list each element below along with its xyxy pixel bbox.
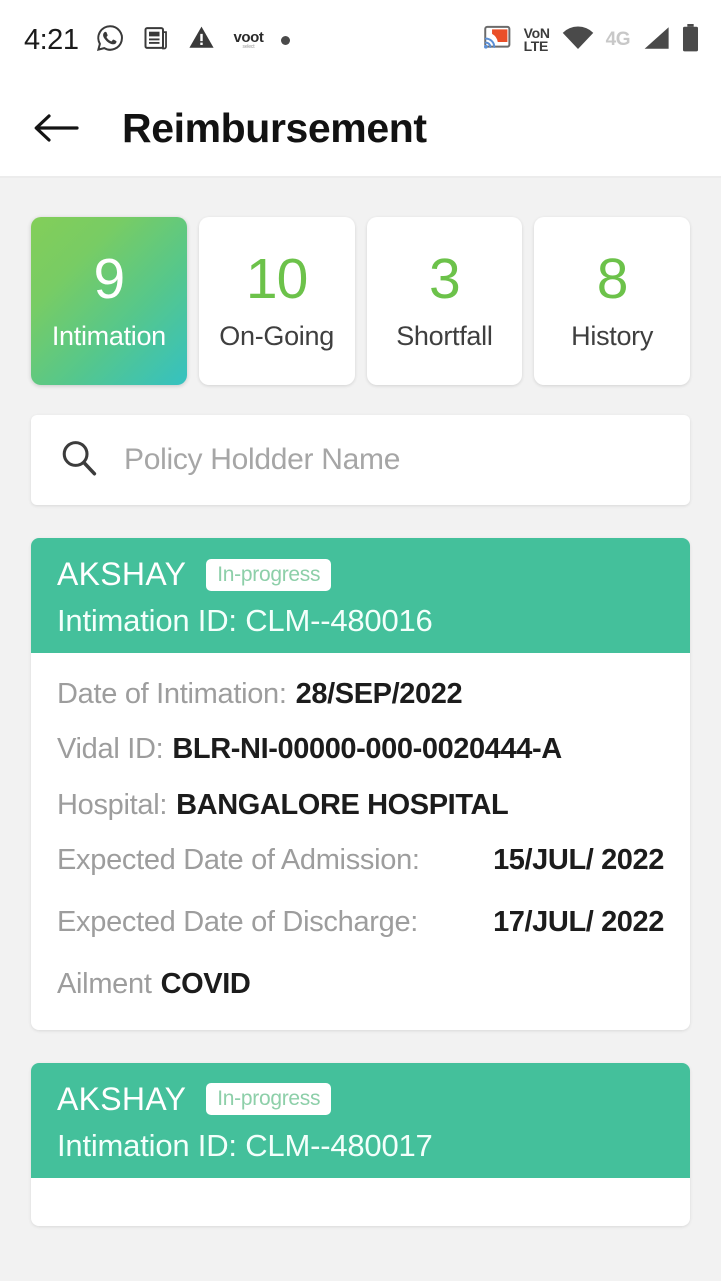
cellular-signal-icon xyxy=(642,26,670,55)
app-bar: Reimbursement xyxy=(0,80,721,178)
field-value: COVID xyxy=(160,968,251,1001)
network-4g-label: 4G xyxy=(605,29,631,50)
field-value: 15/JUL/ 2022 xyxy=(493,843,664,876)
tile-on-going-count: 10 xyxy=(245,246,308,311)
status-bar-clock: 4:21 xyxy=(24,23,79,56)
voot-logo-top: voot xyxy=(233,29,264,46)
policy-holder-name: AKSHAY xyxy=(57,1080,187,1117)
tile-history-count: 8 xyxy=(596,246,629,311)
intimation-id: Intimation ID: CLM--480016 xyxy=(57,603,433,638)
dot-notification-icon xyxy=(280,35,290,45)
field-label: Date of Intimation: xyxy=(57,678,287,710)
field-label: Hospital: xyxy=(57,788,168,821)
warning-triangle-icon xyxy=(187,23,216,57)
field-vidal-id: Vidal ID: BLR-NI-00000-000-0020444-A xyxy=(57,730,664,768)
field-expected-date-of-discharge: Expected Date of Discharge: 17/JUL/ 2022 xyxy=(57,903,664,941)
status-bar-left: 4:21 voot select xyxy=(24,23,290,58)
search-input[interactable]: Policy Holdder Name xyxy=(31,415,690,505)
status-badge: In-progress xyxy=(206,1083,332,1116)
field-hospital: Hospital: BANGALORE HOSPITAL xyxy=(57,786,664,824)
volte-icon: VoN LTE xyxy=(523,26,550,54)
volte-bottom-label: LTE xyxy=(523,38,549,54)
claim-card-header-row: AKSHAY In-progress xyxy=(57,1081,664,1118)
tile-intimation-count: 9 xyxy=(93,246,126,311)
claim-card-header: AKSHAY In-progress Intimation ID: CLM--4… xyxy=(31,1062,690,1178)
policy-holder-name: AKSHAY xyxy=(57,556,187,592)
tile-on-going-label: On-Going xyxy=(219,320,334,351)
voot-logo-bottom: select xyxy=(242,44,255,50)
tile-intimation-label: Intimation xyxy=(51,320,166,351)
search-icon xyxy=(59,438,99,483)
claim-card-body: Date of Intimation: 28/SEP/2022 Vidal ID… xyxy=(31,653,690,1030)
tile-history[interactable]: 8 History xyxy=(534,217,690,385)
status-badge: In-progress xyxy=(206,558,332,591)
claim-card-header-row: AKSHAY In-progress xyxy=(57,556,664,593)
claim-card-header: AKSHAY In-progress Intimation ID: CLM--4… xyxy=(31,538,690,653)
field-label: Vidal ID: xyxy=(57,733,164,766)
back-arrow-icon xyxy=(34,114,79,142)
intimation-id: Intimation ID: CLM--480017 xyxy=(57,1127,433,1163)
claim-card[interactable]: AKSHAY In-progress Intimation ID: CLM--4… xyxy=(31,1062,690,1226)
field-label: Ailment xyxy=(57,968,152,1001)
tile-shortfall-label: Shortfall xyxy=(396,320,493,351)
field-label: Expected Date of Discharge: xyxy=(57,906,419,939)
field-expected-date-of-admission: Expected Date of Admission: 15/JUL/ 2022 xyxy=(57,841,664,879)
status-bar: 4:21 voot select VoN LTE 4G xyxy=(0,0,721,80)
tile-shortfall-count: 3 xyxy=(429,246,461,311)
page-title: Reimbursement xyxy=(122,104,427,151)
tile-history-label: History xyxy=(571,320,654,351)
wifi-icon xyxy=(562,26,594,55)
back-button[interactable] xyxy=(28,100,84,156)
claim-card[interactable]: AKSHAY In-progress Intimation ID: CLM--4… xyxy=(31,538,690,1030)
battery-icon xyxy=(682,23,699,57)
field-value: BANGALORE HOSPITAL xyxy=(176,788,509,821)
tile-shortfall[interactable]: 3 Shortfall xyxy=(366,217,523,385)
scroll-content[interactable]: 9 Intimation 10 On-Going 3 Shortfall 8 H… xyxy=(0,178,721,1281)
field-date-of-intimation: Date of Intimation: 28/SEP/2022 xyxy=(57,675,664,713)
news-article-icon xyxy=(142,24,170,57)
status-bar-right: VoN LTE 4G xyxy=(482,23,699,57)
tile-intimation[interactable]: 9 Intimation xyxy=(31,217,187,385)
field-value: BLR-NI-00000-000-0020444-A xyxy=(172,733,562,766)
field-value: 28/SEP/2022 xyxy=(295,678,463,710)
app-screen: 4:21 voot select VoN LTE 4G Reimbursemen… xyxy=(0,0,721,1281)
field-value: 17/JUL/ 2022 xyxy=(493,906,664,939)
search-placeholder-text: Policy Holdder Name xyxy=(124,443,401,476)
status-filter-tiles: 9 Intimation 10 On-Going 3 Shortfall 8 H… xyxy=(31,217,690,385)
field-label: Expected Date of Admission: xyxy=(57,843,420,876)
voot-app-icon: voot select xyxy=(233,30,263,50)
claim-card-body xyxy=(31,1178,690,1226)
whatsapp-icon xyxy=(95,23,125,58)
screen-cast-icon xyxy=(482,25,512,56)
field-ailment: Ailment COVID xyxy=(57,965,664,1003)
tile-on-going[interactable]: 10 On-Going xyxy=(198,217,355,385)
